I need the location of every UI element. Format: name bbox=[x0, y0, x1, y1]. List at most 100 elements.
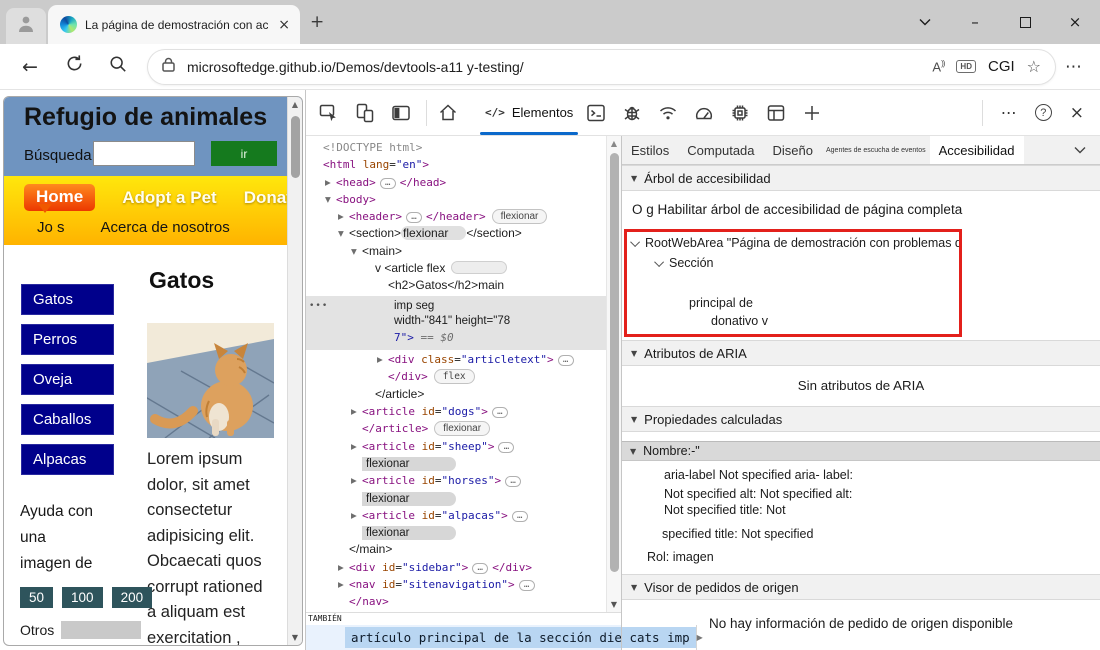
dom-tree-node[interactable]: ▶ <div class="articletext">… bbox=[306, 351, 606, 368]
tab-elements[interactable]: </> Elementos bbox=[473, 90, 585, 135]
dom-tree-node[interactable]: flexionar bbox=[306, 490, 606, 507]
sidebar-button-oveja[interactable]: Oveja bbox=[21, 364, 114, 395]
performance-icon[interactable] bbox=[693, 102, 715, 124]
scroll-up-icon[interactable]: ▲ bbox=[288, 100, 302, 109]
dom-tree-node[interactable]: </nav> bbox=[306, 593, 606, 610]
search-icon[interactable] bbox=[104, 55, 132, 79]
dom-tree-node[interactable]: </article> flexionar bbox=[306, 420, 606, 437]
other-amount-input[interactable] bbox=[61, 621, 142, 639]
enable-full-tree-row[interactable]: O g Habilitar árbol de accesibilidad de … bbox=[622, 191, 1100, 228]
dom-tree[interactable]: <!DOCTYPE html> <html lang="en"> ▶ <head>… <… bbox=[306, 139, 606, 612]
page-scrollbar[interactable]: ▲ ▼ bbox=[287, 97, 302, 645]
back-icon[interactable]: ← bbox=[16, 56, 44, 78]
home-icon[interactable] bbox=[437, 102, 459, 124]
nav-jo-s[interactable]: Jo s bbox=[37, 219, 65, 236]
nav-acerca-de-nosotros[interactable]: Acerca de nosotros bbox=[101, 219, 230, 236]
accessibility-tree-row[interactable]: donativo v bbox=[627, 314, 959, 328]
console-icon[interactable] bbox=[585, 102, 607, 124]
favorite-star-icon[interactable]: ☆ bbox=[1027, 57, 1041, 76]
maximize-button[interactable] bbox=[1000, 0, 1050, 44]
dom-tree-node[interactable]: flexionar bbox=[306, 524, 606, 541]
hd-badge-icon[interactable]: HD bbox=[956, 60, 976, 73]
elements-scrollbar[interactable]: ▲ ▼ bbox=[606, 136, 621, 612]
tab-accesibilidad[interactable]: Accesibilidad bbox=[929, 136, 1024, 164]
dom-tree-node[interactable]: v <article flex bbox=[306, 260, 606, 277]
device-emulation-icon[interactable] bbox=[354, 102, 376, 124]
dom-tree-node[interactable]: ▶ <nav id="sitenavigation">… bbox=[306, 576, 606, 593]
dom-tree-node[interactable]: <h2>Gatos</h2>main bbox=[306, 277, 606, 294]
tab-estilos[interactable]: Estilos bbox=[622, 136, 678, 164]
selected-img-element[interactable]: ••• imp seg width-"841" height="78 7"> == $… bbox=[306, 295, 606, 351]
accessibility-tree-row[interactable]: Sección bbox=[627, 256, 959, 270]
dom-tree-node[interactable]: ▼ <main> bbox=[306, 243, 606, 260]
panel-chevron-icon[interactable] bbox=[1074, 136, 1100, 164]
go-button[interactable]: ir bbox=[211, 141, 277, 166]
dom-tree-node[interactable]: </main> bbox=[306, 541, 606, 558]
page-scrollbar-thumb[interactable] bbox=[291, 116, 300, 178]
section-accessibility-tree[interactable]: ▼ Árbol de accesibilidad bbox=[622, 165, 1100, 191]
dock-side-icon[interactable] bbox=[390, 102, 412, 124]
read-aloud-icon[interactable]: A)) bbox=[932, 59, 945, 74]
add-panel-icon[interactable] bbox=[801, 102, 823, 124]
sidebar-button-gatos[interactable]: Gatos bbox=[21, 284, 114, 315]
dom-tree-node[interactable]: ▼ <section> flexionar </section> bbox=[306, 225, 606, 242]
dom-tree-node[interactable]: ▼ <body> bbox=[306, 191, 606, 208]
sidebar-button-alpacas[interactable]: Alpacas bbox=[21, 444, 114, 475]
tab-computada[interactable]: Computada bbox=[678, 136, 763, 164]
donate-100-button[interactable]: 100 bbox=[62, 587, 103, 608]
url-text[interactable]: microsoftedge.github.io/Demos/devtools-a… bbox=[187, 59, 524, 75]
tab-agentes-de-escucha-de-eventos[interactable]: Agentes de escucha de eventos bbox=[822, 136, 930, 164]
dom-tree-node[interactable]: ▶ <article id="dogs">… bbox=[306, 403, 606, 420]
dom-tree-node[interactable]: ▶ <article id="alpacas">… bbox=[306, 507, 606, 524]
dom-tree-node[interactable]: </div> flex bbox=[306, 368, 606, 385]
minimize-button[interactable]: – bbox=[950, 0, 1000, 44]
browser-tab[interactable]: La página de demostración con accesibili… bbox=[48, 5, 300, 44]
tab-title: La página de demostración con accesibili… bbox=[85, 17, 269, 32]
refresh-icon[interactable] bbox=[60, 54, 88, 79]
accessibility-tree-row[interactable]: principal de bbox=[627, 296, 959, 310]
search-input[interactable] bbox=[93, 141, 195, 166]
section-computed-properties[interactable]: ▼ Propiedades calculadas bbox=[622, 406, 1100, 432]
scroll-up-icon[interactable]: ▲ bbox=[607, 139, 621, 148]
dom-tree-node[interactable]: ▶ <article id="horses">… bbox=[306, 472, 606, 489]
tab-actions-chevron-icon[interactable] bbox=[900, 0, 950, 44]
window-close-button[interactable]: × bbox=[1050, 0, 1100, 44]
section-aria-attributes[interactable]: ▼ Atributos de ARIA bbox=[622, 340, 1100, 366]
dom-tree-node[interactable]: ▶ <head>… </head> bbox=[306, 174, 606, 191]
dom-tree-node[interactable]: ▶ <header>… </header> flexionar bbox=[306, 208, 606, 225]
dom-tree-node[interactable]: ▶ <div id="sidebar">… </div> bbox=[306, 559, 606, 576]
aria-empty-note: Sin atributos de ARIA bbox=[797, 378, 925, 393]
debug-icon[interactable] bbox=[621, 102, 643, 124]
elements-scrollbar-thumb[interactable] bbox=[610, 153, 619, 572]
devtools-close-icon[interactable]: × bbox=[1070, 103, 1084, 123]
dom-tree-node[interactable]: ▶ <article id="sheep">… bbox=[306, 438, 606, 455]
accessibility-tree-row[interactable]: RootWebArea "Página de demostración con … bbox=[627, 236, 959, 250]
computed-name-row[interactable]: ▼ Nombre:-" bbox=[622, 441, 1100, 461]
browser-menu-icon[interactable]: ⋯ bbox=[1065, 57, 1082, 77]
tab-profile-button[interactable] bbox=[6, 8, 46, 44]
person-icon bbox=[16, 15, 36, 37]
scroll-down-icon[interactable]: ▼ bbox=[288, 633, 302, 642]
sidebar-button-perros[interactable]: Perros bbox=[21, 324, 114, 355]
donate-200-button[interactable]: 200 bbox=[111, 587, 153, 608]
nav-adopt-a-pet[interactable]: Adopt a Pet bbox=[122, 188, 216, 208]
donate-50-button[interactable]: 50 bbox=[20, 587, 54, 608]
network-conditions-icon[interactable] bbox=[657, 102, 679, 124]
devtools-more-icon[interactable]: ⋯ bbox=[1001, 103, 1017, 122]
dom-tree-node[interactable]: <!DOCTYPE html> bbox=[306, 139, 606, 156]
nav-home[interactable]: Home bbox=[24, 184, 96, 213]
memory-icon[interactable] bbox=[729, 102, 751, 124]
tab-diseño[interactable]: Diseño bbox=[764, 136, 822, 164]
tab-close-icon[interactable]: × bbox=[276, 17, 292, 33]
dom-tree-node[interactable]: </article> bbox=[306, 386, 606, 403]
address-bar[interactable]: microsoftedge.github.io/Demos/devtools-a… bbox=[148, 49, 1055, 84]
section-source-order[interactable]: ▼ Visor de pedidos de origen bbox=[622, 574, 1100, 600]
inspect-icon[interactable] bbox=[318, 102, 340, 124]
application-icon[interactable] bbox=[765, 102, 787, 124]
new-tab-button[interactable]: + bbox=[310, 12, 324, 32]
dom-tree-node[interactable]: flexionar bbox=[306, 455, 606, 472]
dom-tree-node[interactable]: <html lang="en"> bbox=[306, 156, 606, 173]
devtools-help-icon[interactable]: ? bbox=[1034, 104, 1052, 121]
scroll-down-icon[interactable]: ▼ bbox=[607, 600, 621, 609]
sidebar-button-caballos[interactable]: Caballos bbox=[21, 404, 114, 435]
